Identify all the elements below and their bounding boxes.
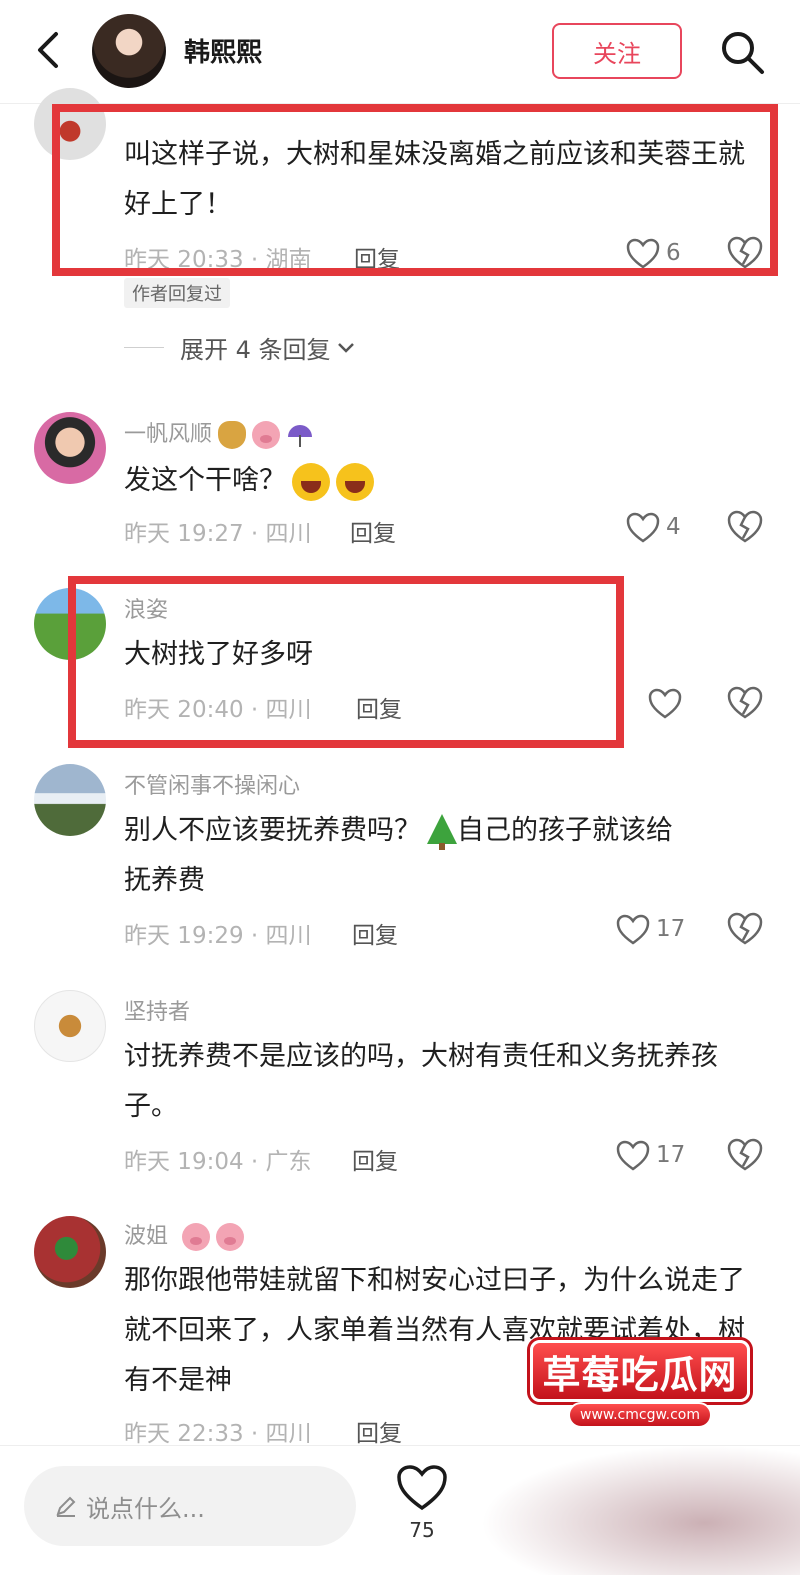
dislike-icon[interactable]: [726, 686, 764, 720]
commenter-avatar[interactable]: [34, 1216, 106, 1288]
like-count: 17: [656, 1142, 686, 1168]
follow-button[interactable]: 关注: [552, 23, 682, 79]
heart-icon[interactable]: [396, 1464, 448, 1512]
highlight-box: [68, 576, 624, 748]
laughing-icon: [336, 462, 374, 501]
commenter-avatar[interactable]: [34, 990, 106, 1062]
reply-button[interactable]: 回复: [350, 514, 396, 548]
commenter-name-text: 一帆风顺: [124, 422, 213, 447]
comment-time: 昨天 19:04: [124, 1149, 244, 1175]
watermark-title: 草莓吃瓜网: [530, 1340, 750, 1402]
comment-time: 昨天 22:33: [124, 1421, 244, 1447]
pig-icon: [252, 421, 281, 449]
comment-text-content: 别人不应该要抚养费吗？: [124, 815, 421, 846]
comment-input-placeholder: 说点什么...: [86, 1494, 205, 1523]
money-bag-icon: [218, 421, 247, 449]
chevron-down-icon: [337, 342, 354, 353]
umbrella-icon: [286, 421, 314, 449]
watermark-logo: 草莓吃瓜网 www.cmcgw.com: [530, 1340, 750, 1440]
comment-location: 四川: [265, 1421, 312, 1447]
expand-replies-label: 展开 4 条回复: [180, 336, 331, 364]
like-icon[interactable]: [626, 512, 660, 544]
comment-time: 昨天 19:29: [124, 923, 244, 949]
author-replied-tag: 作者回复过: [124, 278, 230, 308]
comment-meta: 昨天 19:29 · 四川: [124, 923, 312, 949]
commenter-name-text: 波姐: [124, 1224, 169, 1249]
comment-time: 昨天 19:27: [124, 521, 244, 547]
pencil-icon: [56, 1496, 76, 1517]
reply-button[interactable]: 回复: [352, 1142, 398, 1176]
comment-text: 别人不应该要抚养费吗？ 自己的孩子就该给 抚养费: [124, 806, 774, 906]
like-icon[interactable]: [648, 688, 682, 720]
like-icon[interactable]: [616, 1140, 650, 1172]
comment-text: 讨抚养费不是应该的吗，大树有责任和义务抚养孩子。: [124, 1041, 718, 1122]
reply-button[interactable]: 回复: [356, 1414, 402, 1448]
dislike-icon[interactable]: [726, 1138, 764, 1172]
pig-icon: [216, 1223, 245, 1251]
comment-text-content: 发这个干啥？: [124, 465, 286, 496]
search-icon[interactable]: [718, 28, 766, 76]
watermark-url: www.cmcgw.com: [568, 1402, 712, 1428]
comment-location: 四川: [265, 923, 312, 949]
top-bar: 韩熙熙 关注: [0, 0, 800, 104]
comment-location: 广东: [265, 1149, 312, 1175]
comment-location: 四川: [265, 521, 312, 547]
christmas-tree-icon: [427, 813, 457, 850]
commenter-name[interactable]: 不管闲事不操闲心: [124, 768, 300, 800]
commenter-avatar[interactable]: [34, 412, 106, 484]
comment-meta: 昨天 19:04 · 广东: [124, 1149, 312, 1175]
total-like-count: 75: [409, 1518, 435, 1542]
comment-text-content: 抚养费: [124, 865, 205, 896]
profile-avatar[interactable]: [92, 14, 166, 88]
expand-replies-button[interactable]: 展开 4 条回复: [124, 330, 355, 365]
commenter-name[interactable]: 坚持者: [124, 994, 190, 1026]
divider: [124, 347, 164, 348]
commenter-avatar[interactable]: [34, 764, 106, 836]
reply-button[interactable]: 回复: [352, 916, 398, 950]
profile-name[interactable]: 韩熙熙: [184, 32, 262, 69]
comment-meta: 昨天 19:27 · 四川: [124, 521, 312, 547]
like-count: 17: [656, 916, 686, 942]
comment-input[interactable]: 说点什么...: [24, 1466, 356, 1546]
comment-text-content: 自己的孩子就该给: [457, 815, 673, 846]
like-icon[interactable]: [616, 914, 650, 946]
comment-text: 发这个干啥？: [124, 456, 774, 506]
commenter-name[interactable]: 波姐: [124, 1218, 245, 1251]
laughing-icon: [292, 462, 330, 501]
blurred-overlay: [480, 1445, 800, 1575]
highlight-box: [52, 104, 778, 276]
commenter-name[interactable]: 一帆风顺: [124, 416, 314, 449]
like-count: 4: [666, 514, 681, 540]
comment-meta: 昨天 22:33 · 四川: [124, 1421, 312, 1447]
dislike-icon[interactable]: [726, 912, 764, 946]
pig-icon: [182, 1223, 211, 1251]
dislike-icon[interactable]: [726, 510, 764, 544]
back-arrow-icon[interactable]: [28, 28, 68, 72]
